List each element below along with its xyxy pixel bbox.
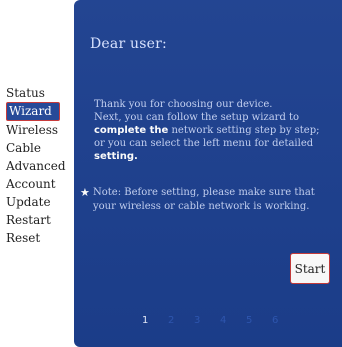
sidebar-item-wireless[interactable]: Wireless <box>6 121 68 139</box>
step-3: 3 <box>194 315 201 326</box>
sidebar-menu: Status Wizard Wireless Cable Advanced Ac… <box>6 84 68 247</box>
sidebar-item-wizard[interactable]: Wizard <box>6 102 60 121</box>
star-icon: ★ <box>80 186 90 199</box>
step-6: 6 <box>272 315 279 326</box>
intro-line-4: or you can select the left menu for deta… <box>94 138 314 149</box>
sidebar-item-account[interactable]: Account <box>6 175 68 193</box>
greeting-heading: Dear user: <box>90 36 167 52</box>
step-1: 1 <box>142 315 149 326</box>
intro-bold-setting: setting. <box>94 151 138 162</box>
sidebar-item-status[interactable]: Status <box>6 84 68 102</box>
note-text: Note: Before setting, please make sure t… <box>93 187 315 212</box>
step-5: 5 <box>246 315 253 326</box>
sidebar-item-cable[interactable]: Cable <box>6 139 68 157</box>
wizard-panel: Dear user: Thank you for choosing our de… <box>74 0 342 347</box>
setup-note: ★ Note: Before setting, please make sure… <box>80 186 338 214</box>
wizard-step-indicator: 1 2 3 4 5 6 <box>142 315 298 331</box>
step-2: 2 <box>168 315 175 326</box>
intro-line-3: network setting step by step; <box>168 125 320 136</box>
intro-bold-complete: complete the <box>94 125 169 136</box>
sidebar-item-advanced[interactable]: Advanced <box>6 157 68 175</box>
intro-text: Thank you for choosing our device. Next,… <box>94 98 339 163</box>
intro-line-1: Thank you for choosing our device. <box>94 99 273 110</box>
sidebar-item-update[interactable]: Update <box>6 193 68 211</box>
intro-line-2: Next, you can follow the setup wizard to <box>94 112 300 123</box>
sidebar-item-reset[interactable]: Reset <box>6 229 68 247</box>
step-4: 4 <box>220 315 227 326</box>
start-button[interactable]: Start <box>290 253 330 284</box>
sidebar-item-restart[interactable]: Restart <box>6 211 68 229</box>
